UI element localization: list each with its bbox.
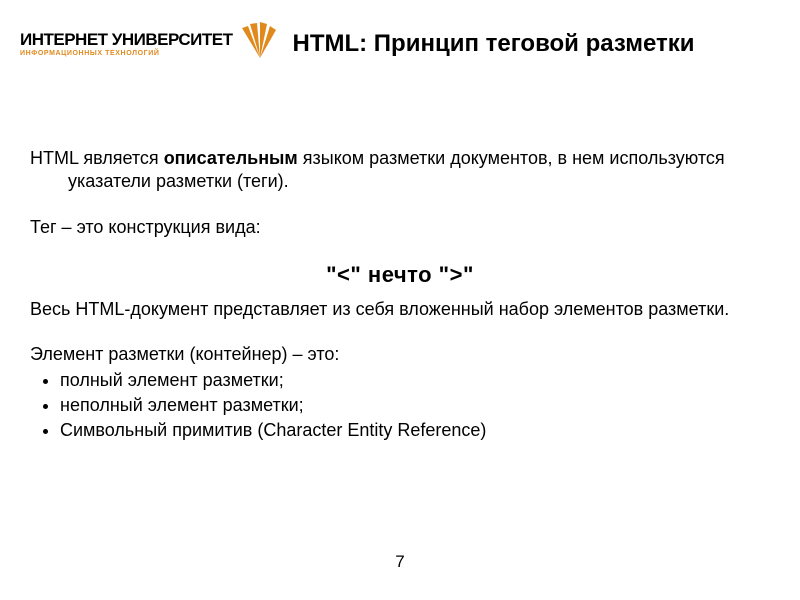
p1-bold: описательным [164, 148, 298, 168]
bullet-list: полный элемент разметки; неполный элемен… [30, 369, 770, 445]
paragraph-3: Весь HTML-документ представляет из себя … [30, 298, 770, 321]
fan-icon [239, 20, 281, 67]
list-item: Символьный примитив (Character Entity Re… [60, 419, 770, 444]
list-item: неполный элемент разметки; [60, 394, 770, 419]
paragraph-2: Тег – это конструкция вида: [30, 216, 770, 239]
logo-text-block: ИНТЕРНЕТ УНИВЕРСИТЕТ ИНФОРМАЦИОННЫХ ТЕХН… [20, 31, 233, 57]
logo-main-text: ИНТЕРНЕТ УНИВЕРСИТЕТ [20, 31, 233, 48]
logo-sub-text: ИНФОРМАЦИОННЫХ ТЕХНОЛОГИЙ [20, 50, 233, 57]
slide-body: HTML является описательным языком размет… [0, 67, 800, 445]
paragraph-1: HTML является описательным языком размет… [30, 147, 770, 194]
tag-construction: "<" нечто ">" [30, 261, 770, 290]
p1-prefix: HTML является [30, 148, 164, 168]
page-number: 7 [0, 552, 800, 572]
slide-header: ИНТЕРНЕТ УНИВЕРСИТЕТ ИНФОРМАЦИОННЫХ ТЕХН… [0, 0, 800, 67]
slide-title: HTML: Принцип теговой разметки [293, 30, 695, 58]
list-item: полный элемент разметки; [60, 369, 770, 394]
list-intro: Элемент разметки (контейнер) – это: [30, 343, 770, 366]
